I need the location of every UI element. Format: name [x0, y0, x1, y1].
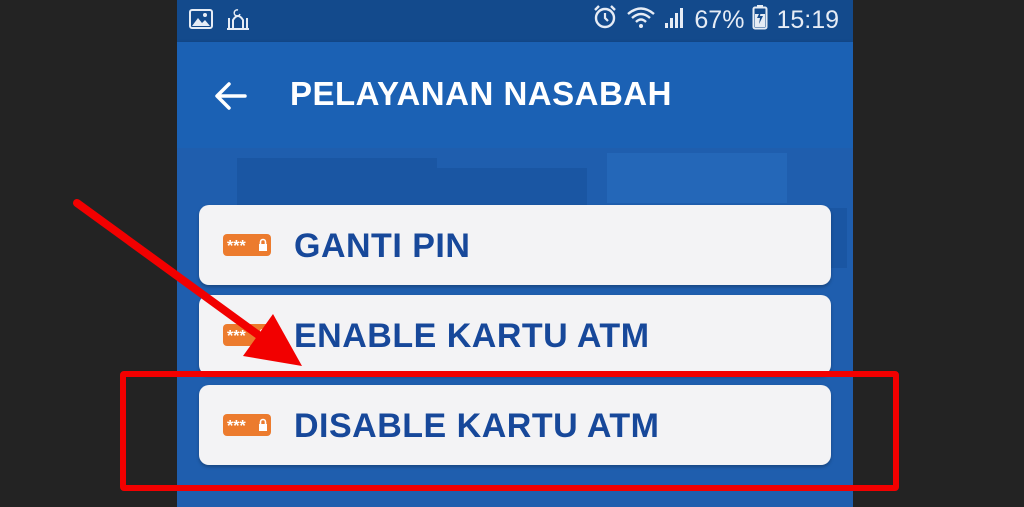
annotation-arrow-icon: [73, 199, 302, 366]
